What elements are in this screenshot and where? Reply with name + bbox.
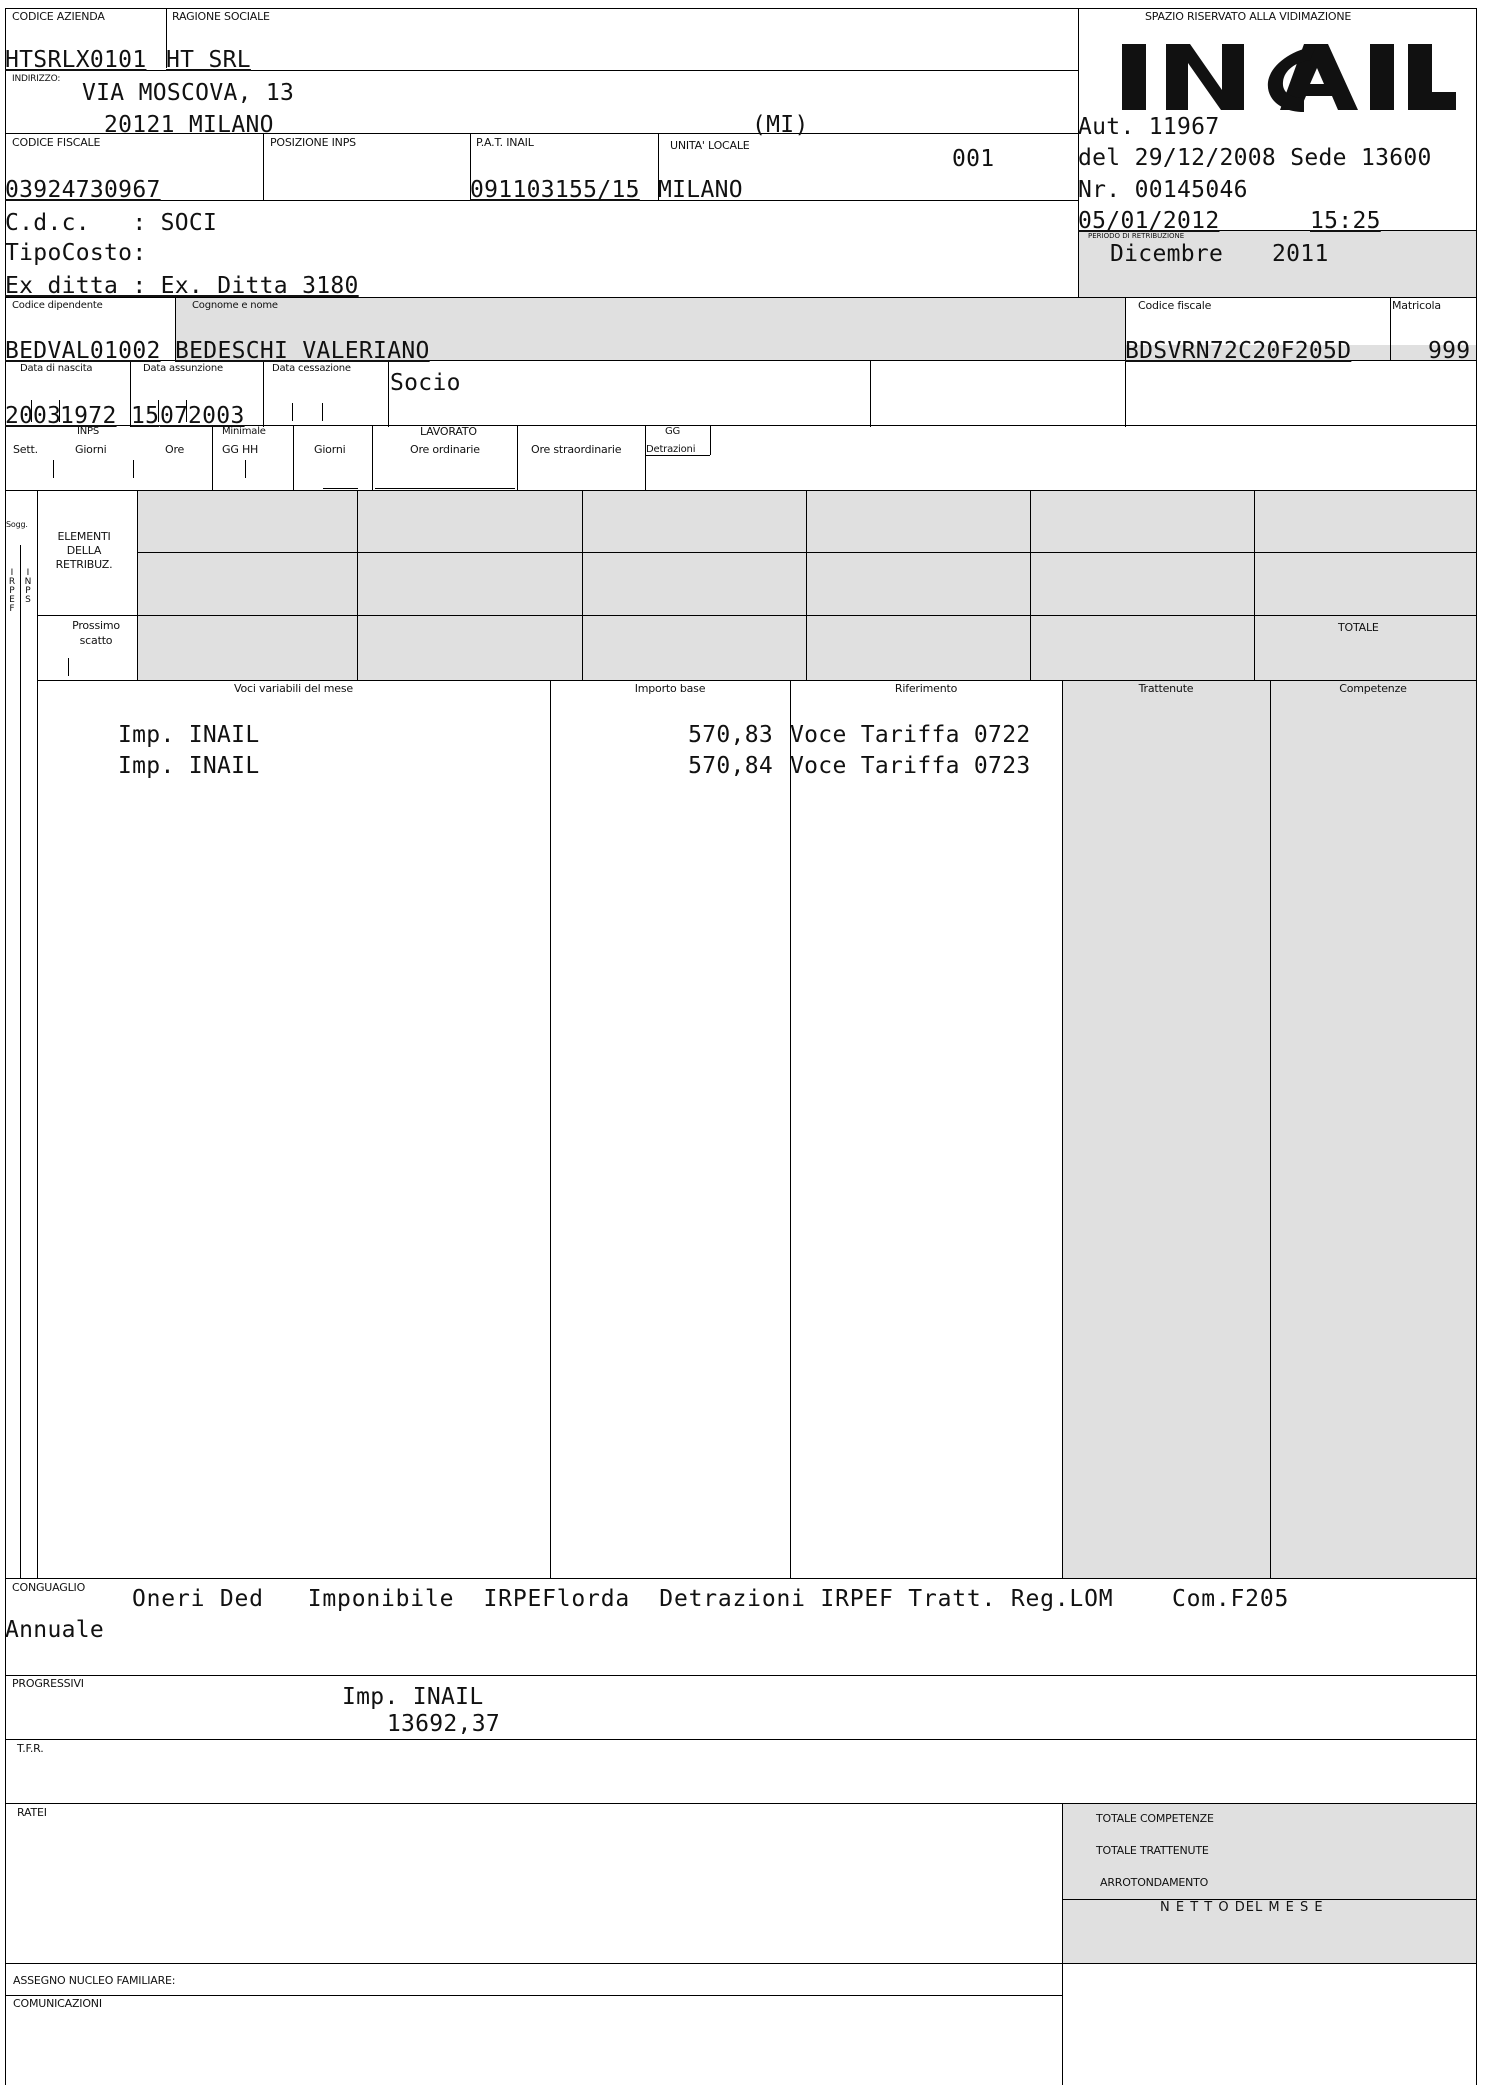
totale-competenze-label: TOTALE COMPETENZE bbox=[1096, 1812, 1214, 1825]
matricola-label: Matricola bbox=[1392, 299, 1441, 312]
conguaglio-label: CONGUAGLIO bbox=[12, 1581, 86, 1594]
periodo-anno: 2011 bbox=[1272, 241, 1329, 267]
assunzione-mm: 07 bbox=[160, 403, 189, 429]
codice-fiscale-dip-label: Codice fiscale bbox=[1138, 299, 1212, 312]
vidimazione-ora: 15:25 bbox=[1310, 208, 1381, 234]
inps-label: INPS bbox=[77, 426, 100, 437]
payslip-page: { "header": { "codice_azienda_label": "C… bbox=[0, 0, 1490, 2085]
giorni-label: Giorni bbox=[75, 443, 107, 456]
ex-ditta-value: Ex ditta : Ex. Ditta 3180 bbox=[5, 273, 359, 299]
codice-fiscale-azienda-label: CODICE FISCALE bbox=[12, 136, 101, 149]
ore-ordinarie-label: Ore ordinarie bbox=[410, 443, 480, 456]
minimale-label: Minimale bbox=[222, 426, 266, 437]
voce-riferimento: Voce Tariffa 0722 bbox=[790, 722, 1031, 748]
unita-locale-label: UNITA' LOCALE bbox=[670, 139, 750, 152]
totale-trattenute-label: TOTALE TRATTENUTE bbox=[1096, 1844, 1209, 1857]
prossimo-scatto-label: Prossimo scatto bbox=[72, 619, 120, 647]
pat-inail-label: P.A.T. INAIL bbox=[476, 136, 534, 149]
codice-fiscale-azienda-value: 03924730967 bbox=[5, 177, 161, 203]
ragione-sociale-label: RAGIONE SOCIALE bbox=[172, 10, 270, 23]
nascita-mm: 03 bbox=[33, 403, 62, 429]
voce-importo: 570,84 bbox=[688, 753, 773, 779]
gg-label: GG bbox=[665, 426, 681, 437]
codice-azienda-label: CODICE AZIENDA bbox=[12, 10, 105, 23]
col-trattenute-label: Trattenute bbox=[1138, 682, 1194, 695]
data-nascita-label: Data di nascita bbox=[20, 363, 93, 374]
irpef-label: IRPEF bbox=[8, 568, 16, 614]
comunicazioni-label: COMUNICAZIONI bbox=[13, 1997, 102, 2010]
anf-label: ASSEGNO NUCLEO FAMILIARE: bbox=[13, 1974, 176, 1987]
qualifica-value: Socio bbox=[390, 370, 461, 396]
assunzione-gg: 15 bbox=[131, 403, 160, 429]
aut-value: Aut. 11967 bbox=[1078, 114, 1220, 140]
conguaglio-text: Oneri Ded Imponibile IRPEFlorda Detrazio… bbox=[132, 1586, 1290, 1612]
codice-dipendente-label: Codice dipendente bbox=[12, 300, 103, 311]
ratei-label: RATEI bbox=[17, 1806, 47, 1819]
progressivi-valore: 13692,37 bbox=[386, 1711, 500, 1737]
conguaglio-text2: Annuale bbox=[5, 1617, 105, 1643]
ore-label: Ore bbox=[165, 443, 185, 456]
vidimazione-data: 05/01/2012 bbox=[1078, 208, 1220, 234]
nascita-gg: 20 bbox=[5, 403, 34, 429]
tipo-costo-value: TipoCosto: bbox=[5, 240, 147, 266]
del-value: del 29/12/2008 Sede 13600 bbox=[1078, 145, 1432, 171]
col-voci-label: Voci variabili del mese bbox=[234, 682, 353, 695]
nr-value: Nr. 00145046 bbox=[1078, 177, 1248, 203]
ore-straordinarie-label: Ore straordinarie bbox=[531, 443, 622, 456]
voce-descr: Imp. INAIL bbox=[118, 753, 260, 779]
periodo-label: PERIODO DI RETRIBUZIONE bbox=[1088, 232, 1185, 240]
cdc-value: C.d.c. : SOCI bbox=[5, 210, 218, 236]
posizione-inps-label: POSIZIONE INPS bbox=[270, 136, 356, 149]
codice-fiscale-dip-value: BDSVRN72C20F205D bbox=[1125, 338, 1352, 364]
totale-label: TOTALE bbox=[1338, 621, 1379, 634]
tfr-label: T.F.R. bbox=[17, 1742, 44, 1755]
pat-inail-value: 091103155/15 bbox=[470, 177, 640, 203]
vidimazione-label: SPAZIO RISERVATO ALLA VIDIMAZIONE bbox=[1145, 10, 1352, 23]
unita-locale-code: 001 bbox=[952, 146, 995, 172]
cognome-nome-value: BEDESCHI VALERIANO bbox=[175, 338, 430, 364]
progressivi-label: PROGRESSIVI bbox=[12, 1677, 84, 1690]
progressivi-voce: Imp. INAIL bbox=[342, 1684, 484, 1710]
codice-dipendente-value: BEDVAL01002 bbox=[5, 338, 161, 364]
indirizzo-value: VIA MOSCOVA, 13 bbox=[82, 80, 295, 106]
voce-importo: 570,83 bbox=[688, 722, 773, 748]
indirizzo-label: INDIRIZZO: bbox=[12, 74, 61, 84]
giorni-lavorato-label: Giorni bbox=[314, 443, 346, 456]
data-assunzione-label: Data assunzione bbox=[143, 363, 223, 374]
col-importo-label: Importo base bbox=[634, 682, 706, 695]
lavorato-label: LAVORATO bbox=[420, 425, 477, 438]
cap-citta-value: 20121 MILANO bbox=[104, 112, 274, 138]
periodo-mese: Dicembre bbox=[1110, 241, 1224, 267]
cognome-nome-label: Cognome e nome bbox=[192, 300, 278, 311]
netto-del-mese-label: N E T T O DEL M E S E bbox=[1160, 1900, 1324, 1915]
gg-hh-label: GG HH bbox=[222, 443, 259, 456]
col-competenze-label: Competenze bbox=[1339, 682, 1407, 695]
data-cessazione-label: Data cessazione bbox=[272, 363, 351, 374]
detrazioni-label: Detrazioni bbox=[646, 444, 696, 455]
voce-riferimento: Voce Tariffa 0723 bbox=[790, 753, 1031, 779]
unita-locale-value: MILANO bbox=[658, 177, 743, 203]
sett-label: Sett. bbox=[13, 443, 38, 456]
inail-logo bbox=[1120, 36, 1460, 116]
inps-vertical-label: INPS bbox=[24, 568, 32, 605]
arrotondamento-label: ARROTONDAMENTO bbox=[1100, 1876, 1209, 1889]
elementi-label: ELEMENTI DELLA RETRIBUZ. bbox=[55, 530, 113, 571]
voce-descr: Imp. INAIL bbox=[118, 722, 260, 748]
ragione-sociale-value: HT SRL bbox=[166, 47, 251, 73]
matricola-value: 999 bbox=[1428, 338, 1471, 364]
provincia-value: (MI) bbox=[752, 112, 809, 138]
col-riferimento-label: Riferimento bbox=[894, 682, 958, 695]
sogg-label: Sogg. bbox=[6, 520, 28, 529]
codice-azienda-value: HTSRLX0101 bbox=[5, 47, 147, 73]
